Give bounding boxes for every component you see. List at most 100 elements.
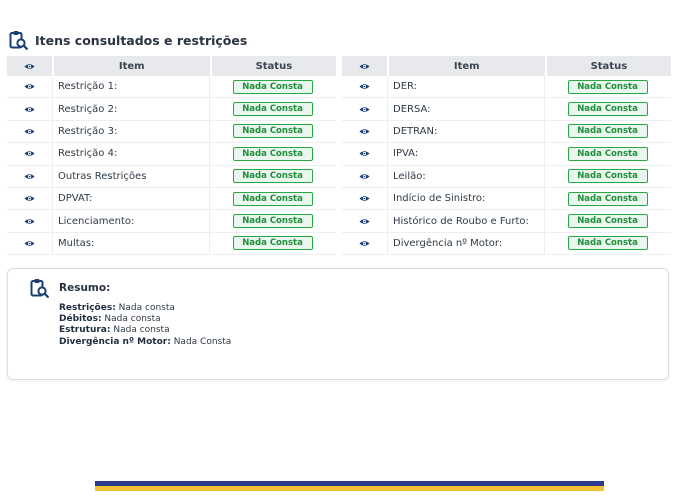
item-label: Restrição 1:	[52, 76, 209, 98]
table-header: Item Status	[7, 56, 336, 76]
table-row: Histórico de Roubo e Furto: Nada Consta	[342, 210, 671, 233]
status-badge: Nada Consta	[232, 214, 313, 229]
table-row: Restrição 4: Nada Consta	[7, 143, 336, 166]
status-badge: Nada Consta	[567, 146, 648, 161]
status-cell: Nada Consta	[209, 187, 335, 210]
view-cell[interactable]	[342, 233, 387, 254]
table-row: DERSA: Nada Consta	[342, 98, 671, 121]
view-cell[interactable]	[7, 188, 52, 209]
table-row: Licenciamento: Nada Consta	[7, 210, 336, 233]
eye-icon[interactable]	[24, 240, 35, 247]
view-cell[interactable]	[7, 143, 52, 164]
view-cell[interactable]	[342, 166, 387, 187]
summary-title: Resumo:	[59, 282, 111, 294]
view-cell[interactable]	[7, 98, 52, 119]
table-row: Indício de Sinistro: Nada Consta	[342, 187, 671, 211]
item-label: Indício de Sinistro:	[387, 187, 544, 210]
section-header: Itens consultados e restrições	[9, 28, 247, 52]
status-badge: Nada Consta	[232, 79, 313, 94]
table-row: Leilão: Nada Consta	[342, 165, 671, 188]
summary-label: Divergência nº Motor:	[59, 336, 171, 347]
section-title: Itens consultados e restrições	[35, 32, 248, 48]
eye-icon[interactable]	[359, 195, 370, 202]
view-cell[interactable]	[7, 233, 52, 254]
eye-icon[interactable]	[359, 173, 370, 180]
footer-color-bar	[95, 481, 604, 491]
table-row: Restrição 1: Nada Consta	[7, 76, 336, 99]
table-body: DER: Nada Consta DERSA: Nada Consta DETRAN: N…	[342, 76, 671, 256]
table-row: Outras Restrições Nada Consta	[7, 165, 336, 188]
status-cell: Nada Consta	[544, 120, 670, 143]
table-row: Restrição 3: Nada Consta	[7, 120, 336, 144]
item-label: DER:	[387, 76, 544, 98]
summary-label: Restrições:	[59, 303, 116, 313]
summary-line: Estrutura: Nada consta	[59, 325, 231, 336]
item-label: Licenciamento:	[52, 210, 209, 232]
table-header: Item Status	[342, 56, 671, 76]
table-row: Multas: Nada Consta	[7, 232, 336, 256]
view-cell[interactable]	[342, 121, 387, 142]
status-badge: Nada Consta	[232, 102, 313, 117]
eye-icon[interactable]	[24, 128, 35, 135]
eye-icon[interactable]	[359, 240, 370, 247]
view-cell[interactable]	[342, 188, 387, 209]
status-cell: Nada Consta	[209, 76, 335, 98]
status-badge: Nada Consta	[232, 124, 313, 139]
view-cell[interactable]	[342, 143, 387, 164]
eye-icon[interactable]	[359, 128, 370, 135]
table-row: Divergência nº Motor: Nada Consta	[342, 232, 671, 256]
eye-icon[interactable]	[24, 218, 35, 225]
item-label: Restrição 3:	[52, 120, 209, 143]
item-label: DERSA:	[387, 98, 544, 120]
eye-icon[interactable]	[24, 195, 35, 202]
item-label: Outras Restrições	[52, 165, 209, 187]
status-badge: Nada Consta	[567, 124, 648, 139]
item-label: Multas:	[52, 232, 209, 255]
eye-icon	[24, 63, 35, 69]
item-label: Restrição 2:	[52, 98, 209, 120]
eye-icon[interactable]	[359, 83, 370, 90]
status-badge: Nada Consta	[232, 146, 313, 161]
summary-card: Resumo: Restrições: Nada consta Débitos:…	[7, 268, 669, 380]
eye-header-cell	[342, 56, 387, 76]
status-badge: Nada Consta	[567, 214, 648, 229]
status-badge: Nada Consta	[567, 236, 648, 251]
view-cell[interactable]	[342, 76, 387, 97]
eye-icon[interactable]	[359, 106, 370, 113]
item-label: IPVA:	[387, 143, 544, 165]
item-label: Histórico de Roubo e Furto:	[387, 210, 544, 232]
summary-label: Estrutura:	[59, 325, 111, 336]
status-badge: Nada Consta	[567, 102, 648, 117]
view-cell[interactable]	[7, 166, 52, 187]
view-cell[interactable]	[7, 76, 52, 97]
status-cell: Nada Consta	[544, 143, 670, 165]
eye-icon[interactable]	[24, 106, 35, 113]
status-cell: Nada Consta	[544, 210, 670, 232]
status-cell: Nada Consta	[209, 143, 335, 165]
eye-icon	[359, 63, 370, 69]
status-cell: Nada Consta	[209, 210, 335, 232]
view-cell[interactable]	[7, 210, 52, 231]
eye-icon[interactable]	[359, 150, 370, 157]
status-badge: Nada Consta	[232, 191, 313, 206]
eye-icon[interactable]	[24, 173, 35, 180]
summary-value: Nada consta	[104, 314, 161, 325]
table-row: DPVAT: Nada Consta	[7, 187, 336, 211]
status-cell: Nada Consta	[544, 76, 670, 98]
view-cell[interactable]	[342, 210, 387, 231]
status-badge: Nada Consta	[567, 79, 648, 94]
summary-value: Nada Consta	[173, 336, 232, 347]
eye-icon[interactable]	[24, 83, 35, 90]
status-cell: Nada Consta	[209, 165, 335, 187]
view-cell[interactable]	[7, 121, 52, 142]
clipboard-search-icon	[30, 278, 49, 302]
view-cell[interactable]	[342, 98, 387, 119]
status-cell: Nada Consta	[544, 187, 670, 210]
eye-icon[interactable]	[24, 150, 35, 157]
status-cell: Nada Consta	[544, 98, 670, 120]
summary-line: Restrições: Nada consta	[59, 303, 231, 314]
summary-line: Divergência nº Motor: Nada Consta	[59, 337, 231, 348]
eye-icon[interactable]	[359, 218, 370, 225]
clipboard-search-icon	[9, 30, 28, 50]
item-column-header: Item	[386, 56, 545, 76]
